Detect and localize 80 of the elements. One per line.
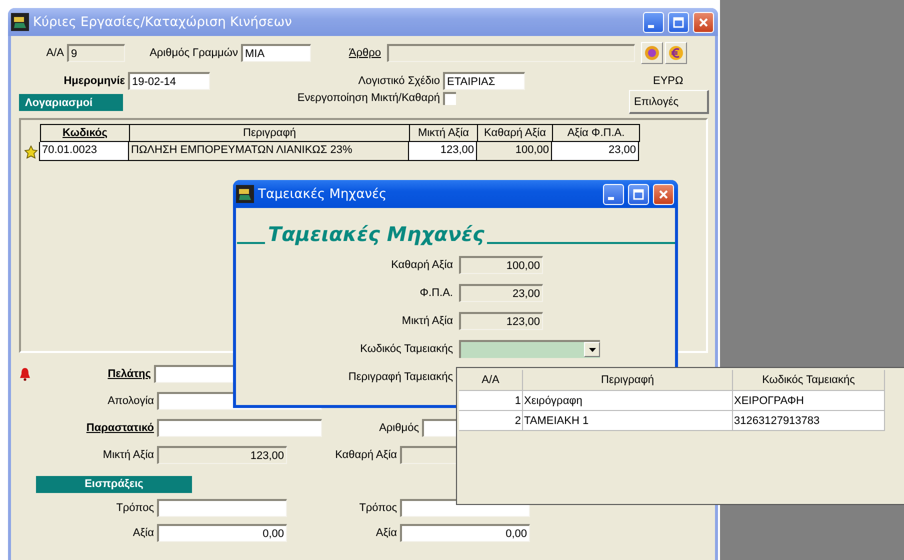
- options-button[interactable]: Επιλογές: [629, 90, 709, 114]
- field-label: Περιγραφή Ταμειακής: [347, 371, 454, 383]
- table-cell: 70.01.0023: [39, 142, 129, 161]
- minimize-button[interactable]: [643, 12, 664, 32]
- star-icon: [23, 144, 39, 158]
- maximize-button[interactable]: [668, 12, 689, 32]
- input-field[interactable]: 0,00: [157, 524, 287, 542]
- input-field[interactable]: [157, 419, 322, 437]
- field-label: Ενεργοποίηση Μικτή/Καθαρή: [296, 92, 441, 104]
- field-label: Κωδικός Ταμειακής: [359, 343, 454, 355]
- field-label: Λογιστικό Σχέδιο: [357, 75, 441, 87]
- dropdown-button[interactable]: [584, 342, 600, 357]
- input-field[interactable]: 123,00: [459, 312, 543, 330]
- table-cell: ΠΩΛΗΣΗ ΕΜΠΟΡΕΥΜΑΤΩΝ ΛΙΑΝΙΚΩΣ 23%: [129, 142, 409, 161]
- field-label: Αριθμός Γραμμών: [148, 47, 239, 59]
- list-cell[interactable]: ΤΑΜΕΙΑΚΗ 1: [523, 411, 733, 431]
- maximize-icon: [632, 188, 645, 200]
- minimize-button[interactable]: [603, 184, 624, 204]
- field-label: Απολογία: [106, 395, 155, 407]
- minimize-icon: [648, 24, 654, 28]
- coins-icon: [644, 45, 660, 61]
- field-label: Μικτή Αξία: [102, 449, 155, 461]
- field-label: Τρόπος: [358, 502, 398, 514]
- window-title: Ταμειακές Μηχανές: [258, 186, 388, 202]
- maximize-icon: [672, 16, 685, 28]
- input-field[interactable]: 0,00: [400, 524, 530, 542]
- field-label: Μικτή Αξία: [400, 315, 454, 327]
- list-cell[interactable]: 2: [459, 411, 523, 431]
- section-tab[interactable]: Λογαριασμοί: [19, 94, 123, 111]
- link[interactable]: Παραστατικό: [11, 422, 157, 434]
- field-label: Φ.Π.Α.: [418, 287, 454, 299]
- field-label: Αξία: [132, 527, 155, 539]
- app-icon: [236, 185, 254, 203]
- checkbox[interactable]: [443, 92, 456, 105]
- input-field[interactable]: 100,00: [459, 256, 543, 274]
- column-header: Περιγραφή: [130, 124, 410, 142]
- column-header: Κωδικός: [40, 124, 130, 142]
- list-cell[interactable]: 1: [459, 391, 523, 411]
- minimize-icon: [608, 196, 614, 200]
- close-icon: [697, 16, 710, 28]
- caret-icon: [588, 348, 596, 352]
- app-icon: [11, 13, 29, 31]
- bell-icon: [19, 367, 31, 381]
- input-field[interactable]: 19-02-14: [128, 72, 210, 90]
- close-icon: [657, 188, 670, 200]
- list-cell[interactable]: ΧΕΙΡΟΓΡΑΦΗ: [733, 391, 885, 411]
- field-label: Καθαρή Αξία: [390, 259, 454, 271]
- field-label: Αριθμός: [378, 422, 420, 434]
- input-field[interactable]: [387, 44, 635, 62]
- link[interactable]: Πελάτης: [31, 368, 154, 380]
- field-label: Καθαρή Αξία: [334, 449, 398, 461]
- input-field[interactable]: 23,00: [459, 284, 543, 302]
- window-title: Κύριες Εργασίες/Καταχώριση Κινήσεων: [33, 14, 293, 30]
- field-label: Αξία: [374, 527, 398, 539]
- dialog-heading: Ταμειακές Μηχανές: [267, 222, 486, 246]
- euro-icon: [668, 45, 684, 61]
- table-cell: 23,00: [552, 142, 639, 161]
- input-field[interactable]: [157, 499, 287, 517]
- input-field[interactable]: 123,00: [157, 446, 287, 464]
- column-header: Μικτή Αξία: [410, 124, 478, 142]
- close-button[interactable]: [653, 184, 674, 204]
- currency-label: ΕΥΡΩ: [653, 75, 684, 87]
- table-cell: 123,00: [409, 142, 477, 161]
- input-field[interactable]: 9: [67, 44, 125, 62]
- column-header: Καθαρή Αξία: [478, 124, 553, 142]
- column-header: Αξία Φ.Π.Α.: [553, 124, 640, 142]
- input-field[interactable]: ΜΙΑ: [241, 44, 311, 62]
- list-cell[interactable]: Χειρόγραφη: [523, 391, 733, 411]
- coins-button[interactable]: [641, 42, 663, 64]
- euro-button[interactable]: [665, 42, 687, 64]
- table-cell: 100,00: [477, 142, 552, 161]
- field-label: Α/Α: [45, 47, 65, 59]
- maximize-button[interactable]: [628, 184, 649, 204]
- list-cell[interactable]: 31263127913783: [733, 411, 885, 431]
- field-label: Ημερομηνίε: [62, 75, 126, 87]
- link[interactable]: Άρθρο: [342, 47, 384, 59]
- input-field[interactable]: ΕΤΑΙΡΙΑΣ: [443, 72, 525, 90]
- close-button[interactable]: [693, 12, 714, 32]
- field-label: Τρόπος: [115, 502, 155, 514]
- section-header: Εισπράξεις: [36, 476, 192, 492]
